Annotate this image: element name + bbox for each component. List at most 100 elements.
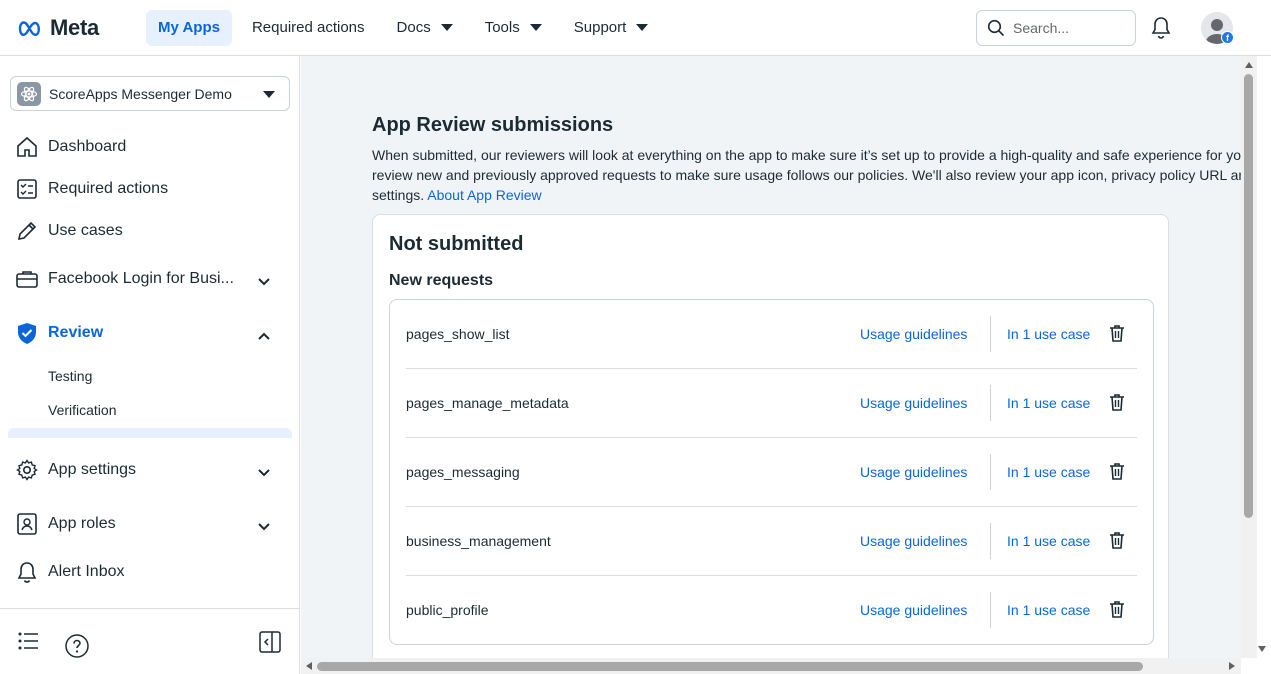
trash-icon[interactable] bbox=[1109, 531, 1125, 554]
app-atom-icon bbox=[17, 81, 41, 106]
sidebar-item-label: App settings bbox=[48, 461, 137, 478]
app-name: ScoreApps Messenger Demo bbox=[49, 85, 232, 102]
vertical-scroll-thumb[interactable] bbox=[1244, 74, 1253, 518]
scroll-right-arrow-icon[interactable] bbox=[1229, 662, 1235, 670]
sidebar-item-review[interactable]: Review bbox=[14, 317, 286, 349]
main-content: App Review submissions When submitted, o… bbox=[301, 56, 1241, 658]
use-case-link[interactable]: In 1 use case bbox=[1007, 533, 1090, 549]
checklist-icon bbox=[14, 176, 40, 202]
briefcase-icon bbox=[14, 266, 40, 292]
nav-tools-label: Tools bbox=[484, 19, 520, 36]
nav-my-apps[interactable]: My Apps bbox=[146, 9, 232, 46]
trash-icon[interactable] bbox=[1109, 600, 1125, 623]
sidebar-subitem-testing[interactable]: Testing bbox=[48, 368, 92, 384]
usage-guidelines-link[interactable]: Usage guidelines bbox=[860, 464, 967, 480]
sidebar-item-use-cases[interactable]: Use cases bbox=[14, 215, 286, 247]
description-line-3-text: settings. bbox=[372, 187, 425, 203]
chevron-up-icon bbox=[258, 327, 270, 345]
list-item: pages_show_list Usage guidelines In 1 us… bbox=[406, 300, 1137, 369]
trash-icon[interactable] bbox=[1109, 462, 1125, 485]
caret-down-icon bbox=[263, 91, 275, 98]
caret-down-icon bbox=[636, 24, 649, 31]
search-input[interactable] bbox=[1013, 20, 1123, 36]
selected-subitem-highlight bbox=[8, 428, 292, 438]
nav-docs-label: Docs bbox=[396, 19, 431, 36]
scroll-up-arrow-icon[interactable] bbox=[1245, 62, 1253, 68]
permission-name: public_profile bbox=[406, 602, 489, 618]
sidebar-item-label: Dashboard bbox=[48, 138, 127, 155]
description-line-1: When submitted, our reviewers will look … bbox=[372, 147, 1241, 163]
list-item: public_profile Usage guidelines In 1 use… bbox=[406, 576, 1137, 645]
gear-icon bbox=[14, 457, 40, 483]
home-icon bbox=[14, 134, 40, 160]
collapse-sidebar-icon[interactable] bbox=[259, 631, 281, 658]
divider bbox=[990, 385, 991, 421]
use-case-link[interactable]: In 1 use case bbox=[1007, 464, 1090, 480]
use-case-link[interactable]: In 1 use case bbox=[1007, 395, 1090, 411]
sidebar-item-dashboard[interactable]: Dashboard bbox=[14, 131, 286, 163]
divider bbox=[990, 523, 991, 559]
sidebar-item-facebook-login-for-business[interactable]: Facebook Login for Busi... bbox=[14, 263, 286, 295]
sidebar: ScoreApps Messenger Demo Dashboard Requi… bbox=[0, 56, 300, 674]
nav-tools[interactable]: Tools bbox=[473, 10, 554, 46]
chevron-down-icon bbox=[258, 518, 270, 536]
list-item: pages_messaging Usage guidelines In 1 us… bbox=[406, 438, 1137, 507]
nav-required-actions-label: Required actions bbox=[251, 19, 365, 36]
horizontal-scrollbar[interactable] bbox=[301, 658, 1241, 674]
sidebar-item-label: Facebook Login for Busi... bbox=[48, 270, 234, 287]
scroll-down-arrow-icon[interactable] bbox=[1258, 646, 1266, 652]
divider bbox=[990, 592, 991, 628]
use-case-link[interactable]: In 1 use case bbox=[1007, 602, 1090, 618]
top-navigation: Meta My Apps Required actions Docs Tools… bbox=[0, 0, 1271, 56]
pencil-icon bbox=[14, 218, 40, 244]
sidebar-item-app-roles[interactable]: App roles bbox=[14, 508, 286, 540]
description-line-3: settings. About App Review bbox=[372, 185, 1241, 205]
sidebar-item-app-settings[interactable]: App settings bbox=[14, 454, 286, 486]
sidebar-item-required-actions[interactable]: Required actions bbox=[14, 173, 286, 205]
description-line-2: review new and previously approved reque… bbox=[372, 167, 1241, 183]
help-icon[interactable] bbox=[65, 634, 89, 663]
list-view-icon[interactable] bbox=[17, 631, 39, 656]
divider bbox=[990, 316, 991, 352]
card-title: Not submitted bbox=[389, 233, 524, 255]
sidebar-item-label: Use cases bbox=[48, 222, 123, 239]
chevron-down-icon bbox=[258, 273, 270, 291]
chevron-down-icon bbox=[258, 464, 270, 482]
notifications-bell-icon[interactable] bbox=[1150, 16, 1172, 45]
trash-icon[interactable] bbox=[1109, 324, 1125, 347]
facebook-badge-icon: f bbox=[1221, 31, 1234, 44]
app-selector[interactable]: ScoreApps Messenger Demo bbox=[10, 76, 290, 111]
list-item: pages_manage_metadata Usage guidelines I… bbox=[406, 369, 1137, 438]
search-box[interactable] bbox=[976, 10, 1136, 46]
usage-guidelines-link[interactable]: Usage guidelines bbox=[860, 533, 967, 549]
meta-logo[interactable]: Meta bbox=[16, 15, 126, 41]
nav-required-actions[interactable]: Required actions bbox=[240, 10, 377, 46]
list-item: business_management Usage guidelines In … bbox=[406, 507, 1137, 576]
sidebar-subitem-verification[interactable]: Verification bbox=[48, 402, 116, 418]
sidebar-item-label: Alert Inbox bbox=[48, 563, 125, 580]
page-description: When submitted, our reviewers will look … bbox=[372, 145, 1241, 205]
sidebar-item-label: Review bbox=[48, 324, 104, 341]
usage-guidelines-link[interactable]: Usage guidelines bbox=[860, 326, 967, 342]
search-icon bbox=[987, 19, 1005, 37]
use-case-link[interactable]: In 1 use case bbox=[1007, 326, 1090, 342]
scroll-left-arrow-icon[interactable] bbox=[306, 662, 312, 670]
divider bbox=[990, 454, 991, 490]
nav-support[interactable]: Support bbox=[562, 10, 661, 46]
nav-my-apps-label: My Apps bbox=[158, 19, 220, 36]
submission-card: Not submitted New requests pages_show_li… bbox=[372, 214, 1169, 658]
nav-docs[interactable]: Docs bbox=[385, 10, 465, 46]
vertical-scrollbar[interactable] bbox=[1241, 56, 1257, 658]
horizontal-scroll-thumb[interactable] bbox=[317, 662, 1143, 671]
requests-list: pages_show_list Usage guidelines In 1 us… bbox=[389, 299, 1154, 645]
person-badge-icon bbox=[14, 511, 40, 537]
page-title: App Review submissions bbox=[372, 114, 614, 136]
usage-guidelines-link[interactable]: Usage guidelines bbox=[860, 602, 967, 618]
trash-icon[interactable] bbox=[1109, 393, 1125, 416]
usage-guidelines-link[interactable]: Usage guidelines bbox=[860, 395, 967, 411]
sidebar-item-alert-inbox[interactable]: Alert Inbox bbox=[14, 556, 286, 588]
caret-down-icon bbox=[529, 24, 542, 31]
about-app-review-link[interactable]: About App Review bbox=[427, 187, 541, 203]
permission-name: pages_show_list bbox=[406, 326, 510, 342]
sidebar-footer bbox=[0, 608, 300, 674]
